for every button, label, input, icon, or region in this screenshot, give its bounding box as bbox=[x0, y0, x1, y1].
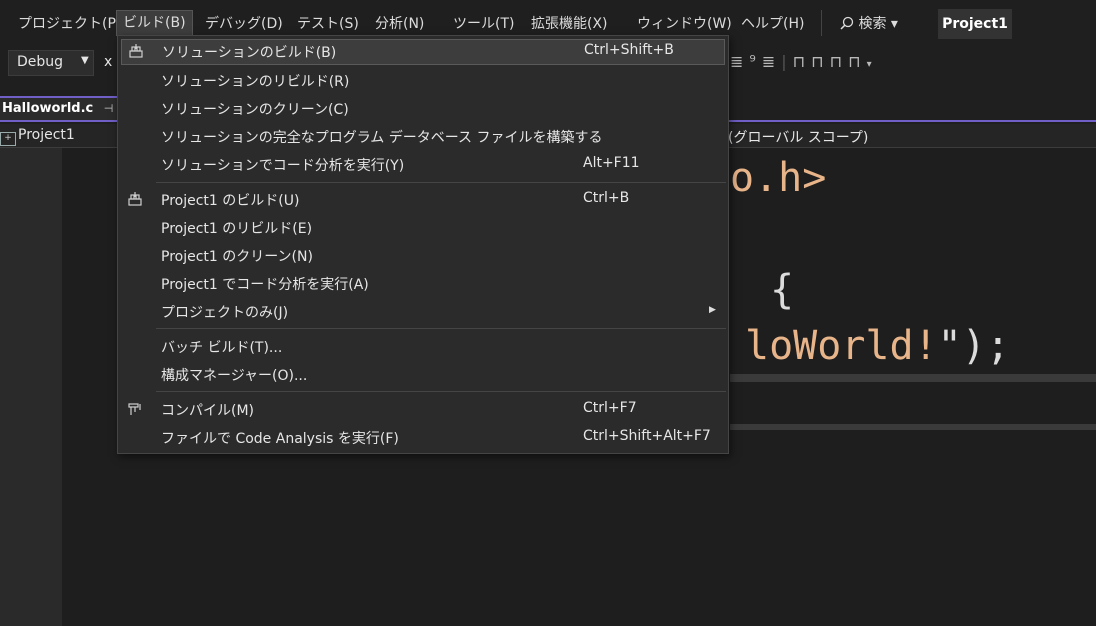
build-menu-dropdown: ソリューションのビルド(B) Ctrl+Shift+B ソリューションのリビルド… bbox=[117, 35, 729, 454]
bookmark-prev-icon[interactable]: ⊓ bbox=[811, 52, 829, 71]
menu-debug[interactable]: デバッグ(D) bbox=[205, 14, 283, 34]
menu-project[interactable]: プロジェクト(P) bbox=[18, 14, 121, 34]
menu-item-run-code-analysis-file[interactable]: ファイルで Code Analysis を実行(F) Ctrl+Shift+Al… bbox=[118, 425, 728, 451]
code-punctuation: "); bbox=[937, 323, 1010, 369]
menu-item-label: Project1 のクリーン(N) bbox=[161, 249, 313, 265]
configuration-value: Debug bbox=[17, 54, 64, 70]
menu-item-label: 構成マネージャー(O)... bbox=[161, 368, 308, 384]
code-string: loWorld! bbox=[745, 323, 938, 369]
tab-label: Halloworld.c bbox=[2, 101, 94, 116]
menu-item-shortcut: Ctrl+Shift+B bbox=[584, 42, 674, 58]
menu-item-label: バッチ ビルド(T)... bbox=[161, 340, 283, 356]
toolbar-tools: ≣⁹≣|⊓⊓⊓⊓▾ bbox=[730, 52, 878, 71]
menu-test[interactable]: テスト(S) bbox=[297, 14, 359, 34]
menu-item-shortcut: Alt+F11 bbox=[583, 155, 640, 171]
bookmark-clear-icon[interactable]: ⊓ bbox=[848, 52, 866, 71]
menu-item-clean-project[interactable]: Project1 のクリーン(N) bbox=[118, 243, 728, 269]
menu-item-label: Project1 でコード分析を実行(A) bbox=[161, 277, 369, 293]
menu-item-rebuild-solution[interactable]: ソリューションのリビルド(R) bbox=[118, 68, 728, 94]
menu-item-shortcut: Ctrl+Shift+Alt+F7 bbox=[583, 428, 711, 444]
menu-item-build-pdb[interactable]: ソリューションの完全なプログラム データベース ファイルを構築する bbox=[118, 124, 728, 150]
menu-window[interactable]: ウィンドウ(W) bbox=[637, 14, 732, 34]
search-icon bbox=[840, 16, 854, 30]
build-icon bbox=[127, 43, 145, 61]
bookmark-next-icon[interactable]: ⊓ bbox=[830, 52, 848, 71]
menu-item-label: ソリューションでコード分析を実行(Y) bbox=[161, 158, 405, 174]
menu-item-analyze-project[interactable]: Project1 でコード分析を実行(A) bbox=[118, 271, 728, 297]
menu-separator bbox=[156, 182, 726, 183]
menu-item-label: Project1 のリビルド(E) bbox=[161, 221, 313, 237]
platform-select[interactable]: x bbox=[104, 54, 112, 70]
menu-item-config-manager[interactable]: 構成マネージャー(O)... bbox=[118, 362, 728, 388]
menu-help[interactable]: ヘルプ(H) bbox=[741, 14, 804, 34]
menu-item-batch-build[interactable]: バッチ ビルド(T)... bbox=[118, 334, 728, 360]
project-dropdown[interactable]: + Project1 bbox=[0, 127, 75, 146]
project-badge[interactable]: Project1 bbox=[938, 9, 1012, 39]
build-icon bbox=[126, 191, 144, 209]
comment-icon[interactable]: ≣ bbox=[730, 52, 749, 71]
project-icon: + bbox=[0, 132, 16, 146]
menu-item-label: ファイルで Code Analysis を実行(F) bbox=[161, 431, 399, 447]
submenu-arrow-icon: ▶ bbox=[709, 305, 716, 315]
bookmark-icon[interactable]: ⊓ bbox=[793, 52, 811, 71]
code-line-include: o.h> bbox=[730, 155, 827, 201]
tab-halloworld[interactable]: Halloworld.c ⊣ bbox=[0, 96, 118, 120]
search-button[interactable]: 検索 ▾ bbox=[840, 14, 898, 34]
menu-item-analyze-solution[interactable]: ソリューションでコード分析を実行(Y) Alt+F11 bbox=[118, 152, 728, 178]
menu-item-label: ソリューションのビルド(B) bbox=[162, 45, 337, 61]
code-line-brace: { bbox=[770, 267, 795, 313]
code-line-printf: loWorld!"); bbox=[745, 324, 1010, 368]
menu-item-label: ソリューションのリビルド(R) bbox=[161, 74, 350, 90]
menu-tools[interactable]: ツール(T) bbox=[453, 14, 514, 34]
menu-item-project-only[interactable]: プロジェクトのみ(J) ▶ bbox=[118, 299, 728, 325]
project-dropdown-label: Project1 bbox=[18, 127, 75, 143]
menu-item-clean-solution[interactable]: ソリューションのクリーン(C) bbox=[118, 96, 728, 122]
menu-analyze[interactable]: 分析(N) bbox=[375, 14, 424, 34]
menu-build[interactable]: ビルド(B) bbox=[116, 10, 193, 36]
menu-item-build-project[interactable]: Project1 のビルド(U) Ctrl+B bbox=[118, 187, 728, 213]
menu-item-label: コンパイル(M) bbox=[161, 403, 255, 419]
menu-item-label: プロジェクトのみ(J) bbox=[161, 305, 289, 321]
scope-dropdown[interactable]: (グローバル スコープ) bbox=[728, 127, 868, 147]
menu-item-shortcut: Ctrl+F7 bbox=[583, 400, 637, 416]
editor-highlight-bar bbox=[730, 374, 1096, 382]
search-label: 検索 ▾ bbox=[858, 16, 898, 32]
menu-item-rebuild-project[interactable]: Project1 のリビルド(E) bbox=[118, 215, 728, 241]
menu-item-label: Project1 のビルド(U) bbox=[161, 193, 300, 209]
menu-separator bbox=[156, 328, 726, 329]
menu-item-label: ソリューションの完全なプログラム データベース ファイルを構築する bbox=[161, 130, 603, 146]
uncomment-icon[interactable]: ⁹≣ bbox=[749, 52, 781, 71]
overflow-icon[interactable]: ▾ bbox=[867, 59, 878, 70]
compile-icon bbox=[126, 401, 144, 419]
menu-item-shortcut: Ctrl+B bbox=[583, 190, 630, 206]
editor-highlight-bar bbox=[730, 424, 1096, 430]
editor-gutter bbox=[0, 148, 62, 626]
pin-icon[interactable]: ⊣ bbox=[104, 102, 114, 115]
chevron-down-icon: ▼ bbox=[81, 55, 89, 66]
menu-separator bbox=[156, 391, 726, 392]
menu-item-compile[interactable]: コンパイル(M) Ctrl+F7 bbox=[118, 397, 728, 423]
menu-separator bbox=[821, 10, 822, 36]
menu-item-label: ソリューションのクリーン(C) bbox=[161, 102, 349, 118]
menu-extensions[interactable]: 拡張機能(X) bbox=[531, 14, 608, 34]
menu-item-build-solution[interactable]: ソリューションのビルド(B) Ctrl+Shift+B bbox=[121, 39, 725, 65]
